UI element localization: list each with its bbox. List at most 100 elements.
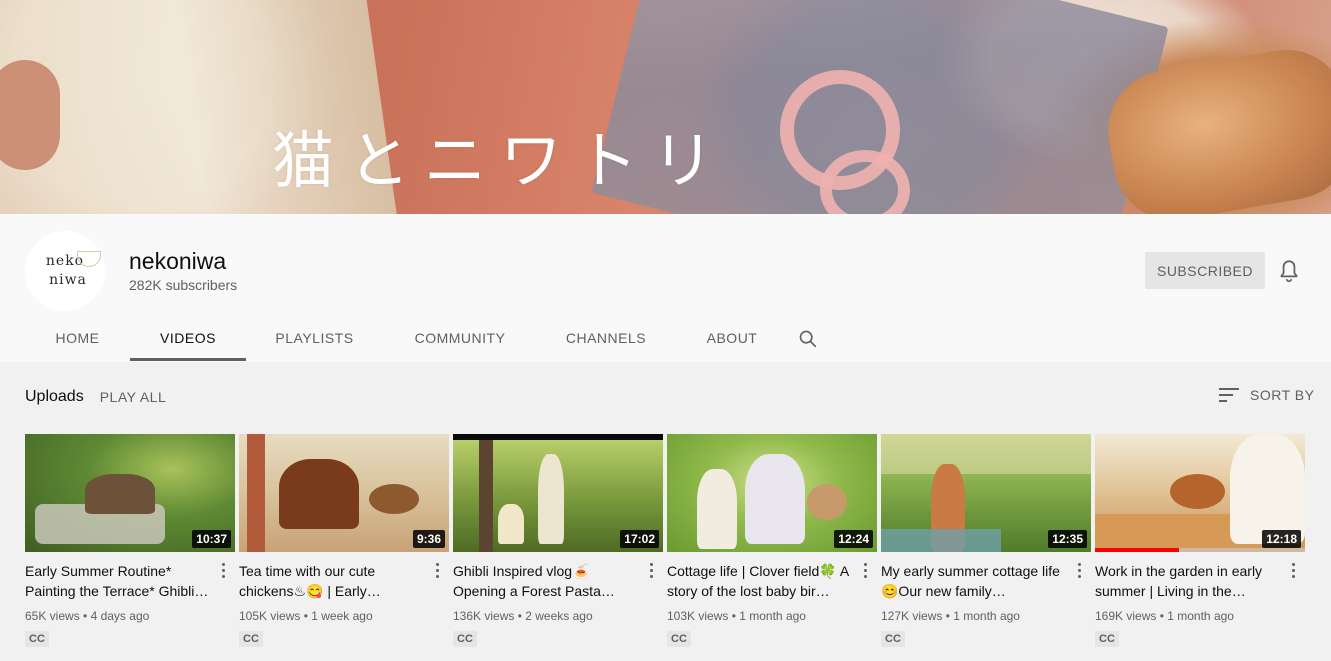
video-title[interactable]: Work in the garden in early summer | Liv… [1095,561,1283,601]
more-options-icon[interactable] [1285,560,1301,580]
watch-progress-bar [1095,548,1179,552]
cc-badge: CC [881,631,905,647]
view-count: 169K views [1095,609,1157,623]
subscribed-button[interactable]: SUBSCRIBED [1145,252,1265,289]
thumb-chicken [279,459,359,529]
tab-channels[interactable]: CHANNELS [537,314,675,362]
upload-age: 4 days ago [90,609,150,623]
video-metadata: 65K views • 4 days ago [25,609,150,623]
thumb-bread [1170,474,1225,509]
more-options-icon[interactable] [857,560,873,580]
video-thumbnail[interactable]: 17:02 [453,434,663,552]
cc-badge: CC [25,631,49,647]
channel-header: neko niwa nekoniwa 282K subscribers SUBS… [0,214,1331,362]
sort-icon [1219,388,1239,402]
video-thumbnail[interactable]: 12:35 [881,434,1091,552]
thumb-dog [697,469,737,549]
tab-label: ABOUT [706,330,758,346]
video-duration: 12:35 [1048,530,1087,548]
more-options-icon[interactable] [643,560,659,580]
view-count: 136K views [453,609,515,623]
more-options-icon[interactable] [429,560,445,580]
cc-badge: CC [1095,631,1119,647]
view-count: 105K views [239,609,301,623]
tab-about[interactable]: ABOUT [675,314,789,362]
video-card[interactable]: 10:37 Early Summer Routine* Painting the… [25,434,235,647]
video-thumbnail[interactable]: 10:37 [25,434,235,552]
tab-label: CHANNELS [565,330,647,346]
notification-bell-icon[interactable] [1276,258,1302,284]
tab-label: COMMUNITY [414,330,506,346]
tab-label: HOME [55,330,100,346]
cc-badge: CC [453,631,477,647]
upload-age: 2 weeks ago [525,609,593,623]
video-thumbnail[interactable]: 12:18 [1095,434,1305,552]
cc-badge: CC [667,631,691,647]
uploads-section-header: Uploads PLAY ALL [25,388,166,406]
thumb-person [1230,434,1305,544]
cc-badge: CC [239,631,263,647]
tab-playlists[interactable]: PLAYLISTS [246,314,383,362]
video-duration: 9:36 [412,530,445,548]
video-title[interactable]: My early summer cottage life😊Our new fam… [881,561,1069,601]
banner-hand [0,60,60,170]
banner-title: 猫とニワトリ [272,124,729,197]
video-card[interactable]: 9:36 Tea time with our cute chickens♨😋 |… [239,434,449,647]
tab-videos[interactable]: VIDEOS [130,314,246,362]
more-options-icon[interactable] [215,560,231,580]
thumb-cat [85,474,155,514]
thumb-teacake [369,484,419,514]
thumb-pool [881,529,1001,552]
view-count: 103K views [667,609,729,623]
view-count: 65K views [25,609,80,623]
uploads-title: Uploads [25,388,84,405]
thumb-tree [479,440,493,552]
more-options-icon[interactable] [1071,560,1087,580]
video-duration: 10:37 [192,530,231,548]
video-title[interactable]: Ghibli Inspired vlog🍝 Opening a Forest P… [453,561,641,601]
sort-by-label: SORT BY [1250,387,1315,403]
video-thumbnail[interactable]: 12:24 [667,434,877,552]
video-title[interactable]: Early Summer Routine* Painting the Terra… [25,561,213,601]
video-card[interactable]: 17:02 Ghibli Inspired vlog🍝 Opening a Fo… [453,434,663,647]
thumb-dog [498,504,524,544]
channel-name: nekoniwa [129,248,227,274]
thumb-chair [247,434,265,552]
tab-label: PLAYLISTS [275,330,354,346]
video-title[interactable]: Tea time with our cute chickens♨😋 | Earl… [239,561,427,601]
video-metadata: 169K views • 1 month ago [1095,609,1234,623]
video-metadata: 105K views • 1 week ago [239,609,373,623]
video-card[interactable]: 12:18 Work in the garden in early summer… [1095,434,1305,647]
channel-tabs: HOME VIDEOS PLAYLISTS COMMUNITY CHANNELS… [25,314,789,362]
avatar-text-line2: niwa [49,272,87,288]
video-thumbnail[interactable]: 9:36 [239,434,449,552]
video-card[interactable]: 12:35 My early summer cottage life😊Our n… [881,434,1091,647]
channel-avatar[interactable]: neko niwa [25,231,105,311]
video-duration: 17:02 [620,530,659,548]
search-icon[interactable] [797,328,819,350]
thumb-sky [881,434,1091,474]
upload-age: 1 month ago [953,609,1020,623]
thumb-basket [807,484,847,520]
video-metadata: 127K views • 1 month ago [881,609,1020,623]
tab-home[interactable]: HOME [25,314,130,362]
video-duration: 12:18 [1262,530,1301,548]
video-title[interactable]: Cottage life | Clover field🍀 A story of … [667,561,855,601]
channel-banner: 猫とニワトリ [0,0,1331,214]
view-count: 127K views [881,609,943,623]
tab-community[interactable]: COMMUNITY [383,314,537,362]
thumb-person [745,454,805,544]
play-all-button[interactable]: PLAY ALL [100,389,167,405]
video-grid: 10:37 Early Summer Routine* Painting the… [25,434,1305,647]
video-duration: 12:24 [834,530,873,548]
thumb-person [538,454,564,544]
upload-age: 1 month ago [739,609,806,623]
upload-age: 1 week ago [311,609,373,623]
video-metadata: 136K views • 2 weeks ago [453,609,593,623]
tab-label: VIDEOS [160,330,216,346]
video-card[interactable]: 12:24 Cottage life | Clover field🍀 A sto… [667,434,877,647]
upload-age: 1 month ago [1167,609,1234,623]
sort-by-button[interactable]: SORT BY [1219,387,1314,403]
subscriber-count: 282K subscribers [129,277,238,293]
video-metadata: 103K views • 1 month ago [667,609,806,623]
